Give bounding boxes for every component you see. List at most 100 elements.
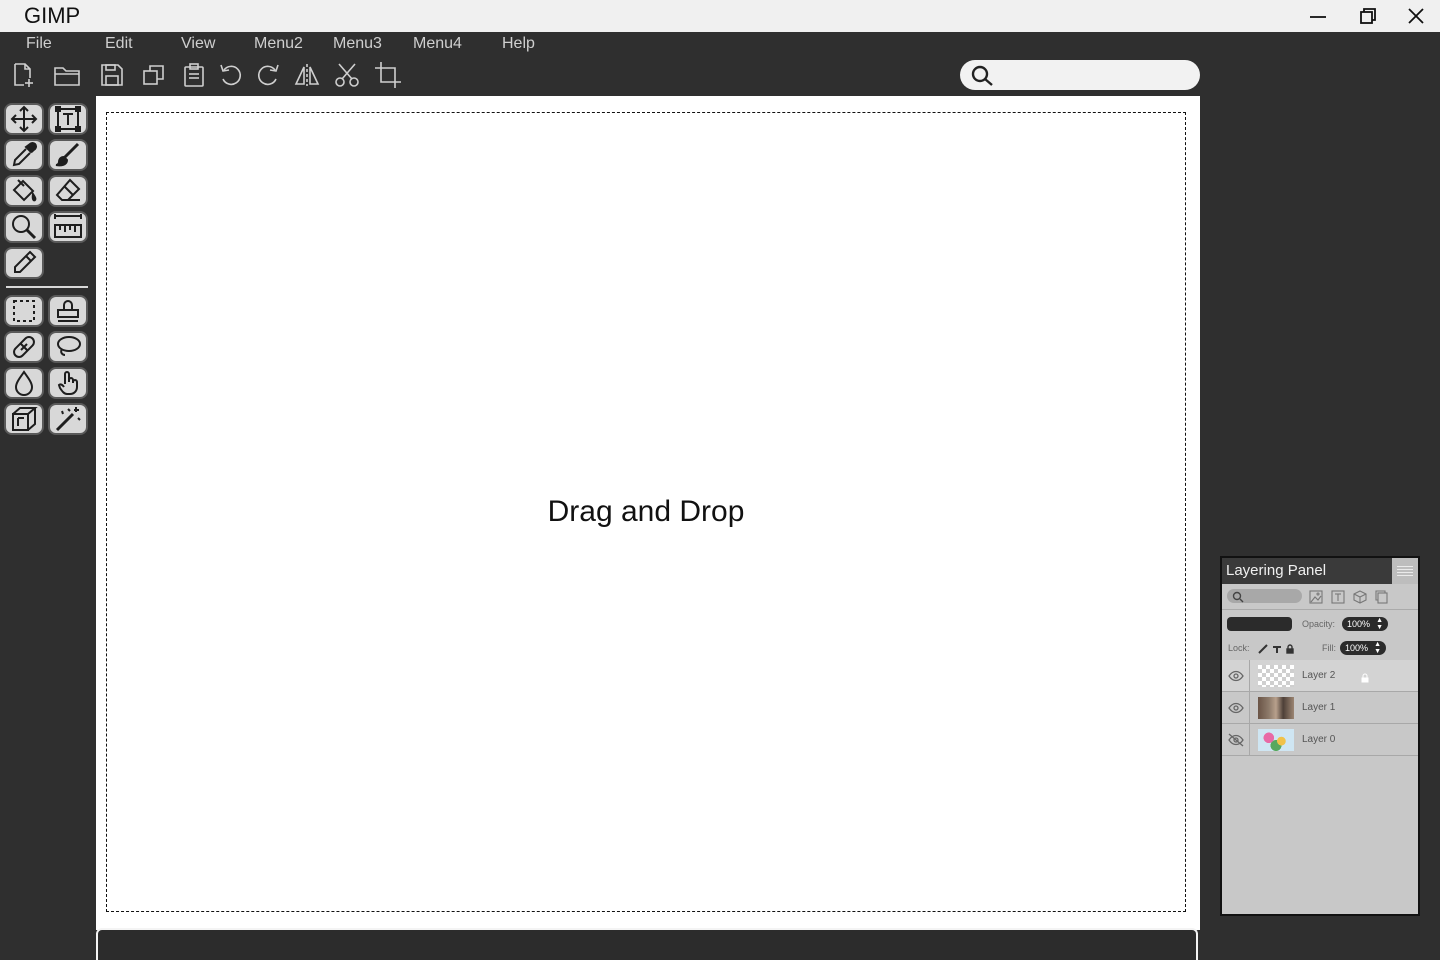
redo-button[interactable]	[253, 60, 283, 90]
save-button[interactable]	[97, 60, 127, 90]
pencil-icon	[14, 250, 37, 273]
smudge-icon	[57, 371, 78, 395]
filter-image-icon[interactable]	[1307, 588, 1325, 606]
fill-field[interactable]: 100% ▲ ▼	[1340, 641, 1386, 655]
blur-drop-icon	[14, 370, 34, 396]
magic-wand-tool[interactable]	[48, 403, 88, 435]
lock-pixels-icon[interactable]	[1257, 643, 1268, 654]
layer-row[interactable]: Layer 2	[1222, 660, 1418, 692]
visibility-toggle[interactable]	[1222, 660, 1250, 692]
search-input[interactable]	[1000, 64, 1190, 86]
undo-button[interactable]	[216, 60, 246, 90]
opacity-stepper-icon[interactable]: ▲ ▼	[1376, 617, 1383, 631]
magic-wand-icon	[55, 407, 81, 432]
search-box[interactable]	[960, 60, 1200, 90]
drop-zone[interactable]: Drag and Drop	[106, 112, 1186, 912]
title-bar: GIMP	[0, 0, 1440, 32]
eyedropper-tool[interactable]	[4, 139, 44, 171]
stamp-icon	[57, 300, 79, 322]
smudge-tool[interactable]	[48, 367, 88, 399]
layer-row[interactable]: Layer 0	[1222, 724, 1418, 756]
opacity-field[interactable]: 100% ▲ ▼	[1342, 617, 1388, 631]
fill-stepper-icon[interactable]: ▲ ▼	[1374, 641, 1381, 655]
zoom-icon	[12, 215, 37, 240]
image-canvas[interactable]: Drag and Drop	[96, 96, 1200, 930]
new-file-icon	[14, 63, 33, 87]
status-bar	[96, 928, 1198, 960]
menu-help[interactable]: Help	[502, 35, 535, 53]
menu-menu3[interactable]: Menu3	[333, 35, 382, 53]
eraser-tool[interactable]	[48, 175, 88, 207]
text-tool[interactable]	[48, 103, 88, 135]
blend-mode-select[interactable]	[1227, 617, 1292, 631]
heal-tool[interactable]	[4, 331, 44, 363]
layering-panel: Layering Panel Opacity: 100% ▲ ▼ Lock: F…	[1220, 556, 1420, 916]
tool-divider	[6, 286, 88, 288]
panel-menu-icon[interactable]	[1392, 558, 1418, 584]
layer-thumbnail	[1258, 697, 1294, 719]
opacity-value: 100%	[1347, 619, 1371, 629]
brush-icon	[55, 142, 80, 167]
lock-position-icon[interactable]	[1271, 643, 1282, 654]
flip-button[interactable]	[292, 60, 322, 90]
visibility-toggle[interactable]	[1222, 692, 1250, 724]
pencil-tool[interactable]	[4, 247, 44, 279]
layer-row[interactable]: Layer 1	[1222, 692, 1418, 724]
move-icon	[10, 105, 38, 133]
drop-zone-label: Drag and Drop	[547, 495, 745, 528]
eye-icon	[1227, 670, 1244, 682]
measure-tool[interactable]	[48, 211, 88, 243]
text-icon	[55, 106, 81, 132]
lasso-tool[interactable]	[48, 331, 88, 363]
heal-icon	[13, 336, 35, 358]
crop-icon	[375, 62, 401, 88]
blend-opacity-row: Opacity: 100% ▲ ▼	[1222, 612, 1418, 636]
crop-button[interactable]	[373, 60, 403, 90]
search-icon	[971, 65, 993, 86]
brush-tool[interactable]	[48, 139, 88, 171]
filter-smart-icon[interactable]	[1373, 588, 1391, 606]
stamp-tool[interactable]	[48, 295, 88, 327]
eye-hidden-icon	[1227, 733, 1244, 747]
menu-view[interactable]: View	[181, 35, 215, 53]
search-icon	[1232, 591, 1244, 603]
paste-button[interactable]	[179, 60, 209, 90]
open-folder-icon	[54, 67, 80, 86]
bucket-icon	[12, 179, 37, 202]
layer-name: Layer 0	[1302, 734, 1336, 745]
menu-menu4[interactable]: Menu4	[413, 35, 462, 53]
close-icon	[1408, 8, 1424, 24]
maximize-icon	[1360, 8, 1376, 24]
menu-edit[interactable]: Edit	[105, 35, 133, 53]
menu-file[interactable]: File	[26, 35, 52, 53]
blur-tool[interactable]	[4, 367, 44, 399]
zoom-tool[interactable]	[4, 211, 44, 243]
layer-search-input[interactable]	[1227, 589, 1302, 603]
save-icon	[101, 64, 123, 86]
clipboard-icon	[184, 63, 204, 87]
bucket-tool[interactable]	[4, 175, 44, 207]
move-tool[interactable]	[4, 103, 44, 135]
layer-thumbnail	[1258, 665, 1294, 687]
visibility-toggle[interactable]	[1222, 724, 1250, 756]
perspective-tool[interactable]	[4, 403, 44, 435]
lock-all-icon[interactable]	[1284, 643, 1295, 654]
rect-select-tool[interactable]	[4, 295, 44, 327]
ruler-icon	[54, 214, 82, 238]
close-button[interactable]	[1402, 4, 1430, 28]
new-file-button[interactable]	[8, 60, 38, 90]
eraser-icon	[55, 178, 81, 201]
minimize-button[interactable]	[1304, 4, 1332, 28]
filter-shape-icon[interactable]	[1351, 588, 1369, 606]
open-folder-button[interactable]	[52, 60, 82, 90]
layer-name: Layer 1	[1302, 702, 1336, 713]
filter-text-icon[interactable]	[1329, 588, 1347, 606]
perspective-icon	[12, 407, 38, 431]
duplicate-button[interactable]	[139, 60, 169, 90]
undo-icon	[220, 64, 242, 86]
cut-icon	[335, 63, 359, 87]
redo-icon	[257, 64, 279, 86]
menu-menu2[interactable]: Menu2	[254, 35, 303, 53]
maximize-button[interactable]	[1354, 4, 1382, 28]
cut-button[interactable]	[332, 60, 362, 90]
